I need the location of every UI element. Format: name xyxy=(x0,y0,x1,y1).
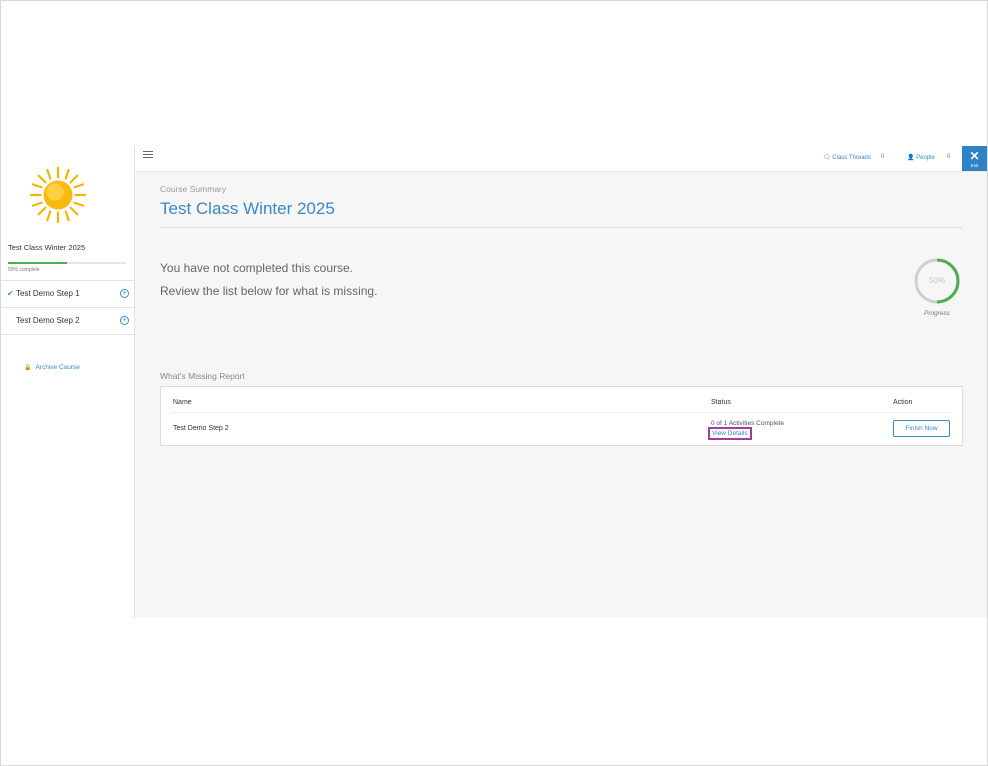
title-divider xyxy=(160,227,962,228)
exit-button[interactable]: ✕ Exit xyxy=(962,146,987,171)
row-name: Test Demo Step 2 xyxy=(173,425,229,432)
close-icon: ✕ xyxy=(969,149,980,163)
class-threads-count: 0 xyxy=(881,154,885,160)
people-count: 0 xyxy=(947,154,951,160)
column-header-status: Status xyxy=(711,399,731,406)
lock-icon: 🔒 xyxy=(24,365,32,371)
archive-course-link[interactable]: 🔒 Archive Course xyxy=(24,364,80,371)
column-header-name: Name xyxy=(173,399,192,406)
sidebar-item-step-1[interactable]: ✔ Test Demo Step 1 + xyxy=(1,280,134,308)
people-label: People xyxy=(916,155,935,161)
incomplete-message: You have not completed this course. xyxy=(160,261,354,275)
main-content: Course Summary Test Class Winter 2025 Yo… xyxy=(135,172,987,618)
sidebar-progress-fill xyxy=(8,262,67,264)
course-summary-label: Course Summary xyxy=(160,184,227,194)
hamburger-menu-icon[interactable] xyxy=(143,151,153,159)
app-window: Test Class Winter 2025 50% complete ✔ Te… xyxy=(1,146,987,618)
page-title: Test Class Winter 2025 xyxy=(160,199,335,218)
course-sun-image xyxy=(29,166,87,224)
sidebar-progress-text: 50% complete xyxy=(8,267,40,273)
expand-plus-icon[interactable]: + xyxy=(120,289,129,298)
expand-plus-icon[interactable]: + xyxy=(120,316,129,325)
sidebar-item-step-2[interactable]: Test Demo Step 2 + xyxy=(1,308,134,335)
missing-report-title: What's Missing Report xyxy=(160,371,245,381)
exit-label: Exit xyxy=(970,163,979,168)
missing-report-table: Name Status Action Test Demo Step 2 0 of… xyxy=(160,386,963,446)
top-bar: 🗨 Class Threads 0 👤 People 0 ✕ Exit xyxy=(135,146,987,172)
progress-caption: Progress xyxy=(923,310,950,317)
person-icon: 👤 xyxy=(907,155,915,161)
header-divider xyxy=(171,412,951,413)
finish-now-button[interactable]: Finish Now xyxy=(893,420,950,437)
view-details-link[interactable]: View Details xyxy=(708,427,752,440)
people-link[interactable]: 👤 People xyxy=(907,154,935,161)
sidebar-course-name: Test Class Winter 2025 xyxy=(8,243,86,252)
sidebar-item-label: Test Demo Step 2 xyxy=(16,316,80,325)
archive-course-label: Archive Course xyxy=(35,364,80,371)
row-status: 0 of 1 Activities Complete xyxy=(711,420,784,427)
sidebar-item-label: Test Demo Step 1 xyxy=(16,289,80,298)
class-threads-link[interactable]: 🗨 Class Threads xyxy=(823,154,871,161)
check-icon: ✔ xyxy=(7,289,14,298)
class-threads-label: Class Threads xyxy=(832,155,871,161)
sidebar-progress-bar xyxy=(8,262,126,264)
progress-value: 50% xyxy=(928,276,945,285)
speech-bubble-icon: 🗨 xyxy=(823,155,831,161)
column-header-action: Action xyxy=(893,399,913,406)
sidebar: Test Class Winter 2025 50% complete ✔ Te… xyxy=(1,146,135,618)
review-message: Review the list below for what is missin… xyxy=(160,284,378,298)
